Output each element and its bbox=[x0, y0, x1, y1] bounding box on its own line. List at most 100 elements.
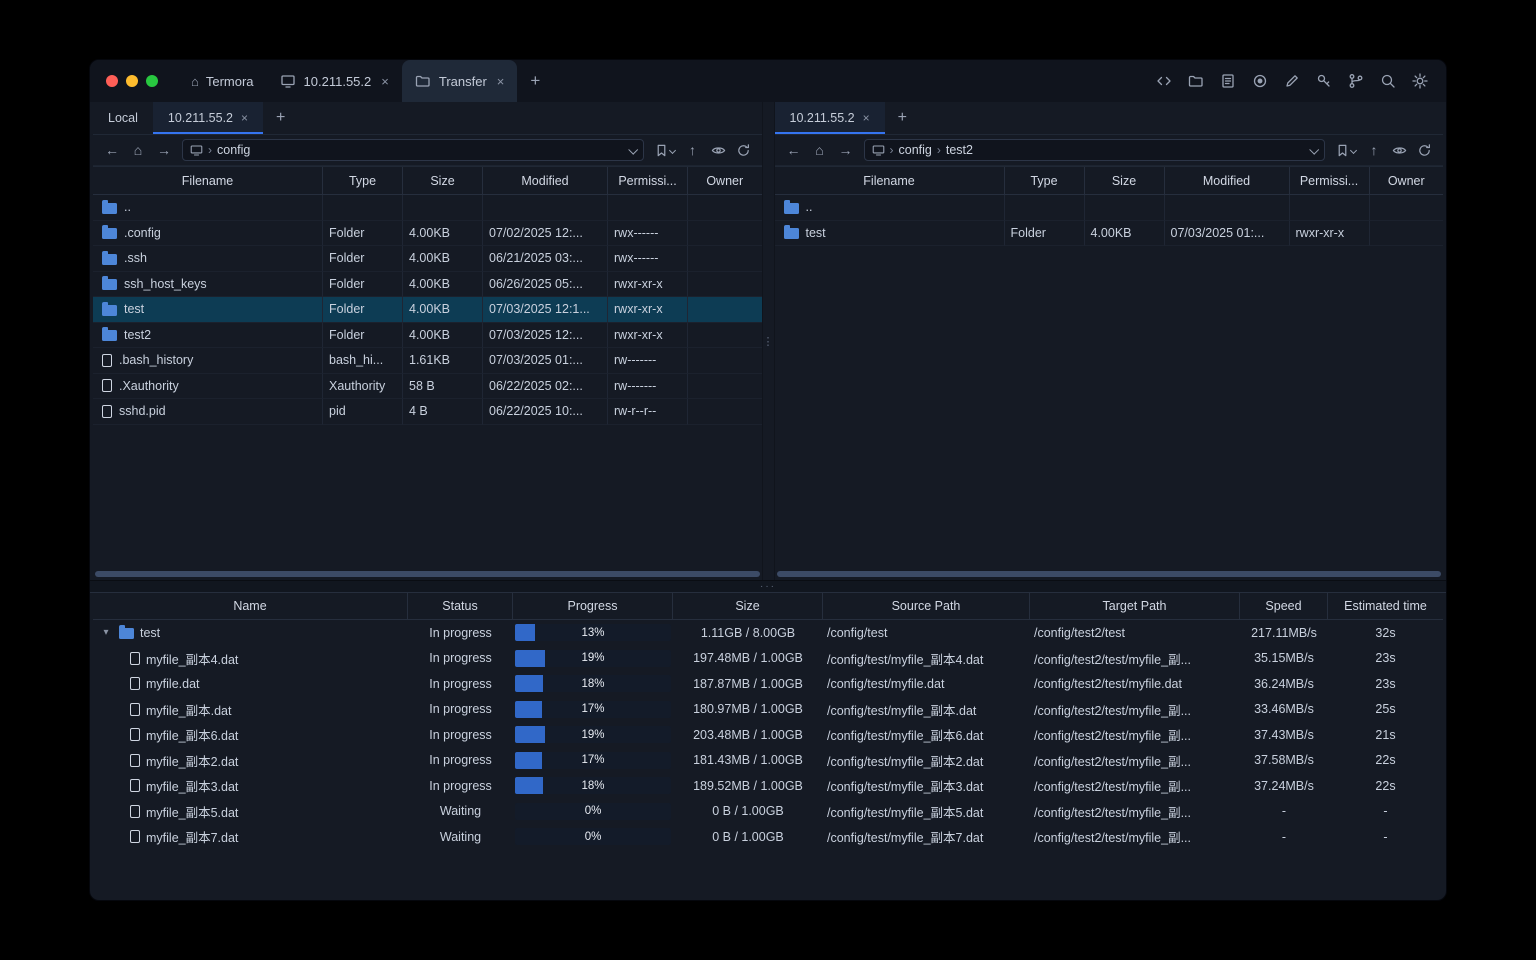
refresh-icon[interactable] bbox=[1413, 139, 1436, 161]
tab-transfer[interactable]: Transfer × bbox=[401, 60, 518, 102]
scrollbar-thumb[interactable] bbox=[95, 571, 760, 577]
column-header-size[interactable]: Size bbox=[403, 167, 483, 194]
tab-remote-host[interactable]: 10.211.55.2 × bbox=[774, 102, 885, 134]
record-icon[interactable] bbox=[1251, 73, 1268, 90]
breadcrumb-segment[interactable]: config bbox=[899, 143, 932, 157]
column-header-progress[interactable]: Progress bbox=[513, 593, 673, 619]
table-row[interactable]: .Xauthority Xauthority 58 B 06/22/2025 0… bbox=[93, 373, 762, 399]
column-header-modified[interactable]: Modified bbox=[483, 167, 608, 194]
home-icon[interactable]: ⌂ bbox=[808, 139, 832, 161]
bookmark-icon[interactable] bbox=[1331, 139, 1360, 161]
column-header-name[interactable]: Name bbox=[93, 593, 408, 619]
add-pane-tab-button[interactable]: + bbox=[885, 102, 920, 134]
table-row[interactable]: sshd.pid pid 4 B 06/22/2025 10:... rw-r-… bbox=[93, 399, 762, 425]
home-icon[interactable]: ⌂ bbox=[126, 139, 150, 161]
pane-splitter[interactable]: ⋮ bbox=[761, 102, 775, 580]
show-hidden-eye-icon[interactable] bbox=[1388, 139, 1411, 161]
close-tab-icon[interactable]: × bbox=[863, 112, 870, 124]
column-header-modified[interactable]: Modified bbox=[1165, 167, 1290, 194]
zoom-window-button[interactable] bbox=[146, 75, 158, 87]
transfer-row[interactable]: ▾ test In progress 13% 1.11GB / 8.00GB /… bbox=[93, 620, 1443, 646]
table-row[interactable]: .. bbox=[93, 195, 762, 221]
chevron-down-icon[interactable] bbox=[1309, 144, 1320, 155]
table-row[interactable]: .config Folder 4.00KB 07/02/2025 12:... … bbox=[93, 220, 762, 246]
column-header-owner[interactable]: Owner bbox=[1370, 167, 1444, 194]
show-hidden-eye-icon[interactable] bbox=[707, 139, 730, 161]
progress-percent-label: 13% bbox=[581, 626, 605, 639]
minimize-window-button[interactable] bbox=[126, 75, 138, 87]
titlebar-actions bbox=[1155, 60, 1446, 102]
scrollbar-thumb[interactable] bbox=[776, 571, 1441, 577]
path-breadcrumb[interactable]: › config bbox=[182, 139, 644, 161]
table-row[interactable]: .. bbox=[774, 195, 1443, 221]
forward-icon[interactable]: → bbox=[152, 139, 176, 161]
transfer-row[interactable]: myfile.dat In progress 18% 187.87MB / 1.… bbox=[93, 671, 1443, 697]
expander-chevron-icon[interactable]: ▾ bbox=[99, 627, 113, 638]
file-type-icon bbox=[102, 276, 117, 291]
new-tab-button[interactable]: + bbox=[517, 60, 553, 102]
key-icon[interactable] bbox=[1315, 73, 1332, 90]
column-header-target-path[interactable]: Target Path bbox=[1030, 593, 1240, 619]
upload-icon[interactable]: ↑ bbox=[1362, 139, 1386, 161]
log-icon[interactable] bbox=[1219, 73, 1236, 90]
column-header-type[interactable]: Type bbox=[323, 167, 403, 194]
speed-cell: 37.43MB/s bbox=[1254, 727, 1314, 742]
upload-icon[interactable]: ↑ bbox=[681, 139, 705, 161]
close-window-button[interactable] bbox=[106, 75, 118, 87]
column-header-speed[interactable]: Speed bbox=[1240, 593, 1328, 619]
transfer-row[interactable]: myfile_副本7.dat Waiting 0% 0 B / 1.00GB /… bbox=[93, 824, 1443, 850]
settings-icon[interactable] bbox=[1411, 73, 1428, 90]
table-row[interactable]: test2 Folder 4.00KB 07/03/2025 12:... rw… bbox=[93, 322, 762, 348]
source-path-cell: /config/test/myfile_副本3.dat bbox=[827, 780, 984, 795]
table-row[interactable]: .bash_history bash_hi... 1.61KB 07/03/20… bbox=[93, 348, 762, 374]
bookmark-icon[interactable] bbox=[650, 139, 679, 161]
column-header-type[interactable]: Type bbox=[1005, 167, 1085, 194]
column-header-size[interactable]: Size bbox=[1085, 167, 1165, 194]
close-tab-icon[interactable]: × bbox=[381, 75, 389, 88]
transfer-row[interactable]: myfile_副本.dat In progress 17% 180.97MB /… bbox=[93, 697, 1443, 723]
transfer-row[interactable]: myfile_副本5.dat Waiting 0% 0 B / 1.00GB /… bbox=[93, 799, 1443, 825]
tab-host[interactable]: 10.211.55.2 × bbox=[267, 60, 402, 102]
column-header-filename[interactable]: Filename bbox=[93, 167, 323, 194]
tab-remote-host[interactable]: 10.211.55.2 × bbox=[152, 102, 264, 134]
column-header-source-path[interactable]: Source Path bbox=[823, 593, 1030, 619]
branch-icon[interactable] bbox=[1347, 73, 1364, 90]
column-header-filename[interactable]: Filename bbox=[775, 167, 1005, 194]
folder-icon[interactable] bbox=[1187, 73, 1204, 90]
left-pane-tabs: Local 10.211.55.2 × + bbox=[93, 102, 762, 135]
table-row[interactable]: test Folder 4.00KB 07/03/2025 12:1... rw… bbox=[93, 297, 762, 323]
column-header-permissions[interactable]: Permissi... bbox=[1290, 167, 1370, 194]
edit-icon[interactable] bbox=[1283, 73, 1300, 90]
column-header-status[interactable]: Status bbox=[408, 593, 513, 619]
column-header-owner[interactable]: Owner bbox=[688, 167, 762, 194]
table-row[interactable]: ssh_host_keys Folder 4.00KB 06/26/2025 0… bbox=[93, 271, 762, 297]
column-header-permissions[interactable]: Permissi... bbox=[608, 167, 688, 194]
refresh-icon[interactable] bbox=[732, 139, 755, 161]
transfer-row[interactable]: myfile_副本2.dat In progress 17% 181.43MB … bbox=[93, 748, 1443, 774]
filename-label: .config bbox=[124, 225, 161, 240]
transfer-row[interactable]: myfile_副本3.dat In progress 18% 189.52MB … bbox=[93, 773, 1443, 799]
transfer-row[interactable]: myfile_副本6.dat In progress 19% 203.48MB … bbox=[93, 722, 1443, 748]
transfer-row[interactable]: myfile_副本4.dat In progress 19% 197.48MB … bbox=[93, 646, 1443, 672]
transfer-splitter[interactable]: ··· bbox=[90, 580, 1446, 593]
code-icon[interactable] bbox=[1155, 73, 1172, 90]
column-header-estimated-time[interactable]: Estimated time bbox=[1328, 593, 1443, 619]
table-row[interactable]: test Folder 4.00KB 07/03/2025 01:... rwx… bbox=[774, 220, 1443, 246]
path-breadcrumb[interactable]: › config › test2 bbox=[863, 139, 1325, 161]
tab-termora[interactable]: ⌂ Termora bbox=[178, 60, 267, 102]
breadcrumb-segment[interactable]: config bbox=[217, 143, 250, 157]
back-icon[interactable]: ← bbox=[782, 139, 806, 161]
breadcrumb-segment[interactable]: test2 bbox=[946, 143, 973, 157]
search-icon[interactable] bbox=[1379, 73, 1396, 90]
close-tab-icon[interactable]: × bbox=[241, 112, 248, 124]
close-tab-icon[interactable]: × bbox=[497, 75, 505, 88]
back-icon[interactable]: ← bbox=[100, 139, 124, 161]
column-header-size[interactable]: Size bbox=[673, 593, 823, 619]
add-pane-tab-button[interactable]: + bbox=[263, 102, 298, 134]
tab-local[interactable]: Local bbox=[93, 102, 153, 134]
traffic-lights bbox=[90, 60, 178, 102]
chevron-down-icon[interactable] bbox=[627, 144, 638, 155]
permissions-cell: rwx------ bbox=[608, 220, 688, 246]
forward-icon[interactable]: → bbox=[834, 139, 858, 161]
table-row[interactable]: .ssh Folder 4.00KB 06/21/2025 03:... rwx… bbox=[93, 246, 762, 272]
